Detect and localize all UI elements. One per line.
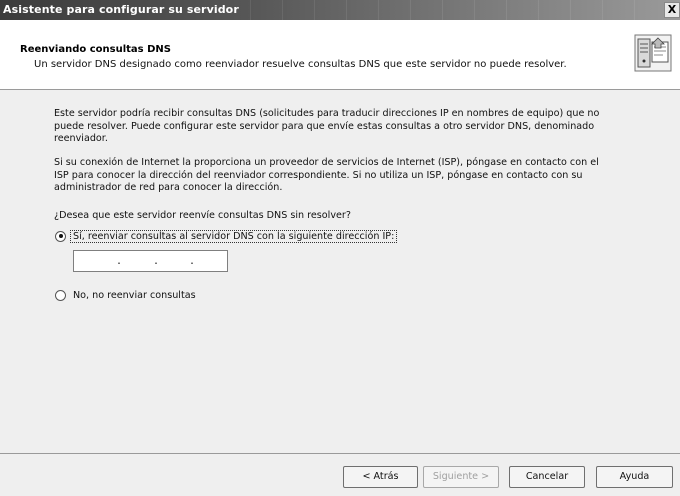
ip-separator: . bbox=[189, 256, 196, 267]
wizard-window: Asistente para configurar su servidor X … bbox=[0, 0, 680, 496]
window-title: Asistente para configurar su servidor bbox=[3, 3, 239, 16]
title-bar-pattern bbox=[250, 0, 660, 20]
title-bar[interactable]: Asistente para configurar su servidor X bbox=[0, 0, 680, 20]
ip-address-field[interactable]: . . . bbox=[73, 250, 228, 272]
radio-button-no[interactable] bbox=[55, 289, 66, 301]
radio-no-label[interactable]: No, no reenviar consultas bbox=[71, 290, 198, 301]
wizard-body: Este servidor podría recibir consultas D… bbox=[0, 90, 680, 442]
forward-question: ¿Desea que este servidor reenvíe consult… bbox=[54, 210, 351, 221]
help-button[interactable]: Ayuda bbox=[596, 466, 673, 488]
close-button[interactable]: X bbox=[664, 2, 680, 18]
description-paragraph: Este servidor podría recibir consultas D… bbox=[54, 108, 600, 144]
back-button[interactable]: < Atrás bbox=[343, 466, 418, 488]
radio-forward-no[interactable]: No, no reenviar consultas bbox=[55, 288, 198, 302]
radio-button-yes[interactable] bbox=[55, 230, 66, 242]
server-wizard-icon bbox=[634, 34, 672, 72]
ip-separator: . bbox=[153, 256, 160, 267]
cancel-button[interactable]: Cancelar bbox=[509, 466, 585, 488]
radio-yes-label[interactable]: Sí, reenviar consultas al servidor DNS c… bbox=[69, 229, 398, 243]
next-button[interactable]: Siguiente > bbox=[423, 466, 499, 488]
page-subtitle: Un servidor DNS designado como reenviado… bbox=[34, 59, 567, 70]
wizard-header: Reenviando consultas DNS Un servidor DNS… bbox=[0, 20, 680, 90]
ip-separator: . bbox=[116, 256, 123, 267]
radio-forward-yes[interactable]: Sí, reenviar consultas al servidor DNS c… bbox=[55, 229, 398, 243]
page-title: Reenviando consultas DNS bbox=[20, 44, 171, 55]
footer-divider bbox=[0, 453, 680, 454]
isp-paragraph: Si su conexión de Internet la proporcion… bbox=[54, 157, 599, 193]
